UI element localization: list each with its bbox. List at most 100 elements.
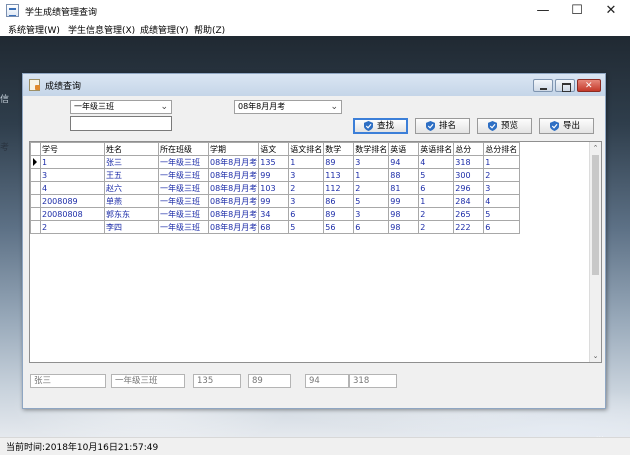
table-cell[interactable]: 1 [418, 194, 455, 208]
column-header[interactable]: 总分 [453, 142, 485, 156]
menu-system[interactable]: 系统管理(W) [8, 23, 60, 36]
math-score-field[interactable]: 89 [248, 374, 291, 388]
table-cell[interactable]: 81 [388, 181, 420, 195]
column-header[interactable]: 语文排名 [288, 142, 325, 156]
table-cell[interactable]: 300 [453, 168, 485, 182]
exam-select[interactable]: 08年8月月考 ⌄ [234, 100, 342, 114]
table-cell[interactable]: 99 [388, 194, 420, 208]
table-cell[interactable]: 08年8月月考 [207, 220, 260, 234]
grade-grid[interactable]: 学号 姓名 所在班级 学期 语文 语文排名 数学 数学排名 英语 英语排名 总分… [29, 141, 602, 363]
search-input[interactable] [70, 116, 172, 131]
child-minimize-button[interactable] [533, 79, 553, 92]
table-cell[interactable]: 86 [323, 194, 355, 208]
table-cell[interactable]: 一年级三班 [158, 181, 209, 195]
column-header[interactable]: 姓名 [104, 142, 159, 156]
table-cell[interactable]: 3 [353, 155, 390, 169]
table-cell[interactable]: 3 [483, 181, 521, 195]
menu-grades[interactable]: 成绩管理(Y) [140, 23, 189, 36]
table-cell[interactable]: 3 [353, 207, 390, 221]
table-cell[interactable]: 一年级三班 [158, 194, 209, 208]
table-cell[interactable]: 2 [418, 220, 455, 234]
table-cell[interactable]: 89 [323, 155, 355, 169]
table-row[interactable]: 2 李四 一年级三班 08年8月月考 68 5 56 6 98 2 222 6 [30, 220, 521, 234]
table-cell[interactable]: 112 [323, 181, 355, 195]
table-cell[interactable]: 郭东东 [104, 207, 159, 221]
minimize-button[interactable]: — [528, 0, 558, 22]
column-header[interactable]: 学号 [40, 142, 105, 156]
child-maximize-button[interactable] [555, 79, 575, 92]
class-select[interactable]: 一年级三班 ⌄ [70, 100, 172, 114]
table-cell[interactable]: 296 [453, 181, 485, 195]
table-cell[interactable]: 135 [258, 155, 290, 169]
menu-student-info[interactable]: 学生信息管理(X) [68, 23, 135, 36]
table-cell[interactable]: 5 [418, 168, 455, 182]
table-cell[interactable]: 4 [483, 194, 521, 208]
table-cell[interactable]: 一年级三班 [158, 155, 209, 169]
chevron-up-icon[interactable]: ⌃ [590, 142, 601, 154]
table-cell[interactable]: 103 [258, 181, 290, 195]
name-field[interactable]: 张三 [30, 374, 106, 388]
menu-help[interactable]: 帮助(Z) [194, 23, 225, 36]
table-cell[interactable]: 一年级三班 [158, 220, 209, 234]
table-cell[interactable]: 2 [483, 168, 521, 182]
table-cell[interactable]: 张三 [104, 155, 159, 169]
table-cell[interactable]: 20080808 [40, 207, 105, 221]
table-cell[interactable]: 赵六 [104, 181, 159, 195]
row-selector[interactable] [30, 194, 41, 208]
table-cell[interactable]: 单燕 [104, 194, 159, 208]
class-field[interactable]: 一年级三班 [111, 374, 185, 388]
table-cell[interactable]: 88 [388, 168, 420, 182]
vertical-scrollbar[interactable]: ⌃ ⌄ [589, 142, 601, 362]
table-cell[interactable]: 08年8月月考 [207, 168, 260, 182]
table-cell[interactable]: 4 [418, 155, 455, 169]
table-cell[interactable]: 6 [288, 207, 325, 221]
column-header[interactable]: 英语排名 [418, 142, 455, 156]
table-cell[interactable]: 3 [40, 168, 105, 182]
table-cell[interactable]: 113 [323, 168, 355, 182]
preview-button[interactable]: 预览 [477, 118, 532, 134]
search-button[interactable]: 查找 [353, 118, 408, 134]
table-cell[interactable]: 318 [453, 155, 485, 169]
table-cell[interactable]: 34 [258, 207, 290, 221]
table-row[interactable]: 20080808 郭东东 一年级三班 08年8月月考 34 6 89 3 98 2 265 5 [30, 207, 521, 221]
table-cell[interactable]: 6 [483, 220, 521, 234]
table-cell[interactable]: 6 [353, 220, 390, 234]
table-cell[interactable]: 3 [288, 168, 325, 182]
export-button[interactable]: 导出 [539, 118, 594, 134]
column-header[interactable]: 所在班级 [158, 142, 209, 156]
table-row[interactable]: 1 张三 一年级三班 08年8月月考 135 1 89 3 94 4 318 1 [30, 155, 521, 169]
table-cell[interactable]: 3 [288, 194, 325, 208]
table-cell[interactable]: 1 [288, 155, 325, 169]
row-selector[interactable] [30, 155, 41, 169]
table-cell[interactable]: 1 [40, 155, 105, 169]
table-cell[interactable]: 6 [418, 181, 455, 195]
close-button[interactable]: ✕ [596, 0, 626, 22]
table-cell[interactable]: 2008089 [40, 194, 105, 208]
table-cell[interactable]: 5 [288, 220, 325, 234]
table-cell[interactable]: 222 [453, 220, 485, 234]
table-cell[interactable]: 08年8月月考 [207, 207, 260, 221]
table-cell[interactable]: 68 [258, 220, 290, 234]
column-header[interactable]: 数学排名 [353, 142, 390, 156]
table-cell[interactable]: 5 [483, 207, 521, 221]
table-cell[interactable]: 08年8月月考 [207, 194, 260, 208]
row-selector[interactable] [30, 207, 41, 221]
scroll-thumb[interactable] [592, 155, 599, 275]
child-title-bar[interactable]: 成绩查询 [23, 74, 605, 96]
child-close-button[interactable] [577, 79, 601, 92]
table-cell[interactable]: 265 [453, 207, 485, 221]
maximize-button[interactable]: ☐ [562, 0, 592, 22]
column-header[interactable]: 英语 [388, 142, 420, 156]
table-cell[interactable]: 2 [288, 181, 325, 195]
table-cell[interactable]: 2 [353, 181, 390, 195]
column-header[interactable]: 总分排名 [483, 142, 521, 156]
table-cell[interactable]: 2 [40, 220, 105, 234]
table-cell[interactable]: 2 [418, 207, 455, 221]
row-selector[interactable] [30, 168, 41, 182]
table-row[interactable]: 2008089 单燕 一年级三班 08年8月月考 99 3 86 5 99 1 284 4 [30, 194, 521, 208]
table-cell[interactable]: 一年级三班 [158, 207, 209, 221]
table-cell[interactable]: 李四 [104, 220, 159, 234]
english-score-field[interactable]: 94 [305, 374, 349, 388]
chevron-down-icon[interactable]: ⌄ [590, 350, 601, 362]
column-header[interactable]: 数学 [323, 142, 355, 156]
